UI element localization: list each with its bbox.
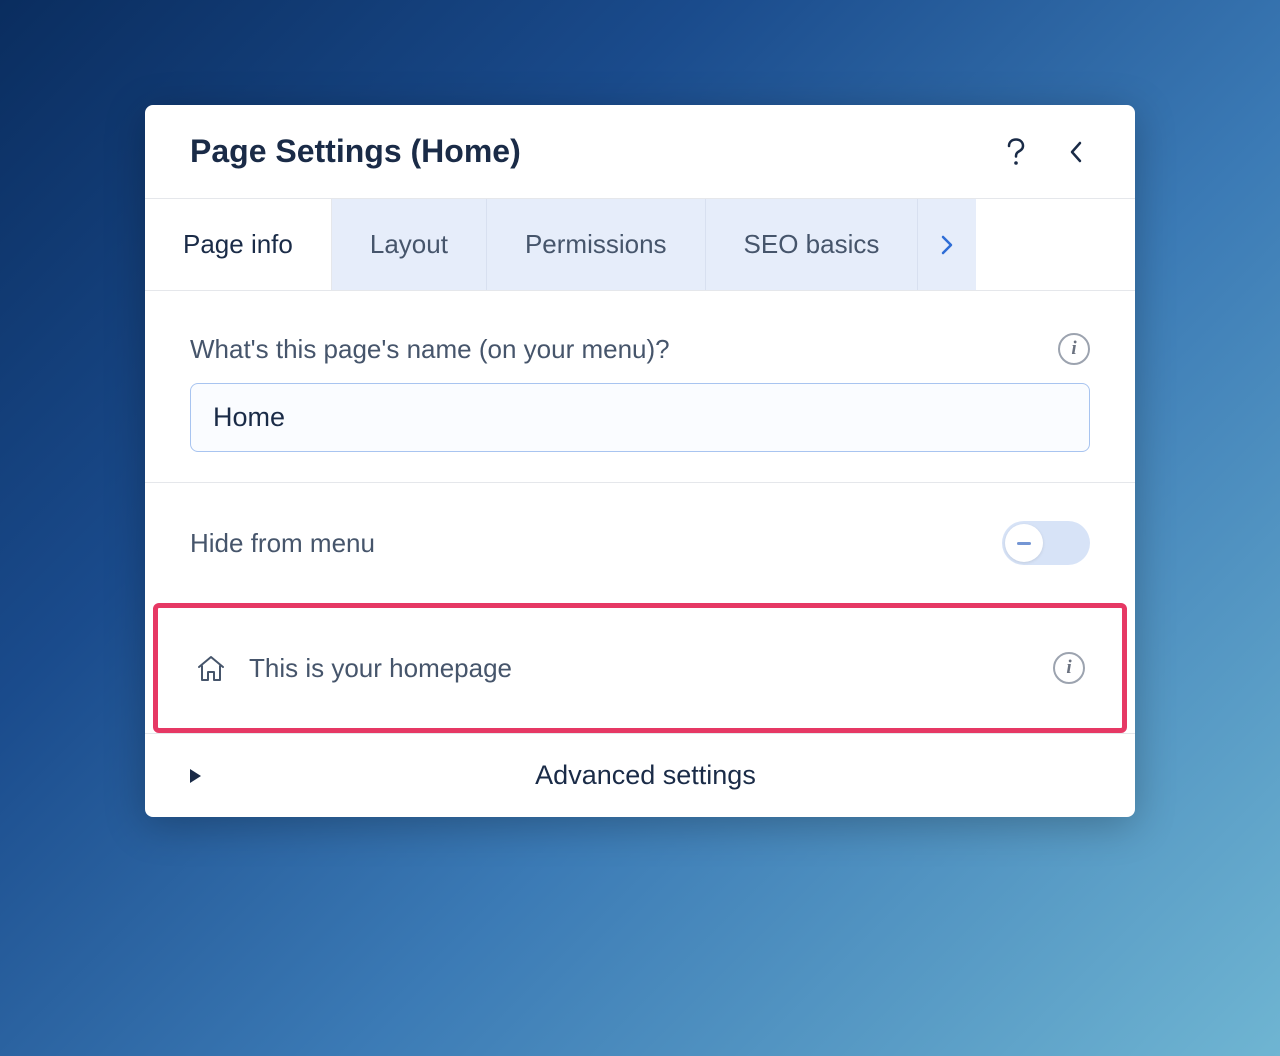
tabs-bar: Page info Layout Permissions SEO basics [145,199,1135,291]
hide-from-menu-section: Hide from menu [145,483,1135,603]
hide-from-menu-label: Hide from menu [190,528,375,559]
page-name-section: What's this page's name (on your menu)? … [145,291,1135,483]
advanced-settings-label: Advanced settings [201,760,1090,791]
homepage-notice-text: This is your homepage [249,653,512,684]
page-name-input[interactable] [190,383,1090,452]
chevron-right-icon [941,235,953,255]
advanced-settings-row[interactable]: Advanced settings [145,733,1135,817]
help-icon[interactable] [1002,138,1030,166]
expand-triangle-icon [190,769,201,783]
info-icon[interactable]: i [1053,652,1085,684]
page-name-label-row: What's this page's name (on your menu)? … [190,333,1090,365]
toggle-knob [1005,524,1043,562]
tabs-scroll-right[interactable] [918,199,976,290]
tab-layout[interactable]: Layout [332,199,487,290]
panel-header: Page Settings (Home) [145,105,1135,199]
header-actions [1002,138,1090,166]
tab-page-info[interactable]: Page info [145,199,332,290]
hide-from-menu-toggle[interactable] [1002,521,1090,565]
info-icon[interactable]: i [1058,333,1090,365]
page-settings-panel: Page Settings (Home) Page info Layout Pe… [145,105,1135,817]
panel-title: Page Settings (Home) [190,133,521,170]
tab-permissions[interactable]: Permissions [487,199,706,290]
homepage-notice-section: This is your homepage i [153,603,1127,733]
toggle-off-indicator [1017,542,1031,545]
home-icon [195,653,227,683]
tab-seo-basics[interactable]: SEO basics [706,199,919,290]
homepage-notice-left: This is your homepage [195,653,512,684]
chevron-left-icon[interactable] [1062,138,1090,166]
page-name-label: What's this page's name (on your menu)? [190,334,670,365]
